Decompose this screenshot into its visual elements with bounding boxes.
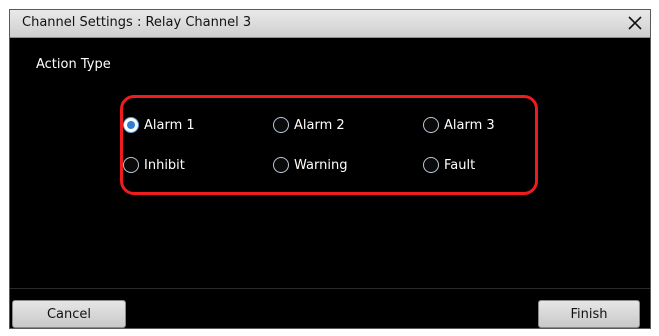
radio-button — [423, 157, 439, 173]
close-button[interactable] — [624, 12, 646, 34]
channel-settings-dialog: Channel Settings : Relay Channel 3 Actio… — [9, 9, 651, 329]
radio-alarm-1[interactable]: Alarm 1 — [123, 117, 195, 133]
action-type-highlight-box — [120, 95, 538, 195]
radio-fault[interactable]: Fault — [423, 157, 475, 173]
close-icon — [628, 16, 642, 30]
radio-button — [423, 117, 439, 133]
cancel-button[interactable]: Cancel — [12, 300, 126, 328]
radio-inhibit[interactable]: Inhibit — [123, 157, 185, 173]
radio-warning[interactable]: Warning — [273, 157, 347, 173]
finish-button[interactable]: Finish — [538, 300, 640, 328]
radio-label: Alarm 3 — [444, 117, 495, 133]
radio-alarm-2[interactable]: Alarm 2 — [273, 117, 345, 133]
radio-button — [273, 157, 289, 173]
radio-label: Alarm 2 — [294, 117, 345, 133]
action-type-label: Action Type — [36, 57, 111, 72]
radio-label: Alarm 1 — [144, 117, 195, 133]
dialog-title: Channel Settings : Relay Channel 3 — [22, 15, 252, 30]
radio-button-selected — [123, 117, 139, 133]
radio-label: Inhibit — [144, 157, 185, 173]
title-bar: Channel Settings : Relay Channel 3 — [10, 10, 650, 38]
radio-button — [273, 117, 289, 133]
radio-alarm-3[interactable]: Alarm 3 — [423, 117, 495, 133]
radio-label: Warning — [294, 157, 348, 173]
radio-label: Fault — [444, 157, 476, 173]
radio-button — [123, 157, 139, 173]
